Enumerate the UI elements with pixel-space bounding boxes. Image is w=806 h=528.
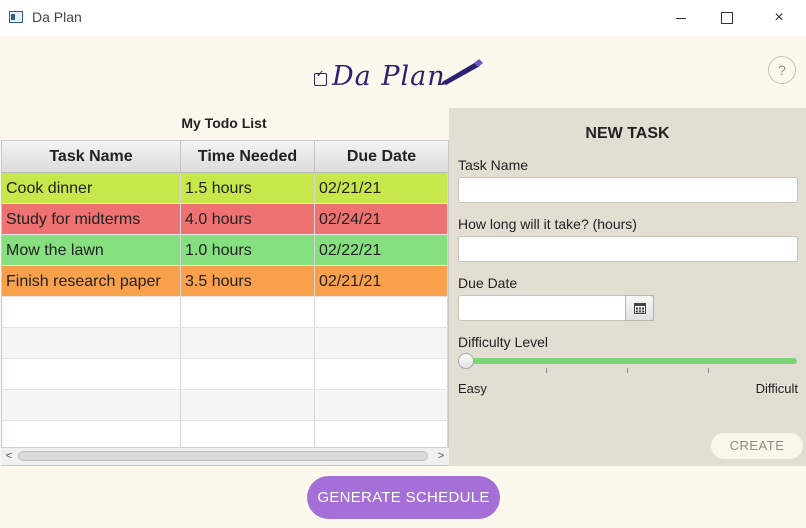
task-name-cell: Cook dinner: [2, 173, 181, 203]
table-row[interactable]: Mow the lawn 1.0 hours 02/22/21: [2, 235, 448, 266]
due-date-cell: 02/24/21: [315, 204, 448, 234]
scroll-left-icon[interactable]: <: [1, 448, 17, 465]
slider-tick: [546, 368, 547, 373]
app-icon: [9, 11, 23, 23]
new-task-panel: NEW TASK Task Name How long will it take…: [449, 108, 806, 466]
difficulty-slider[interactable]: [458, 353, 797, 373]
help-icon: ?: [778, 62, 786, 78]
help-button[interactable]: ?: [768, 56, 796, 84]
logo-text: Da Plan: [332, 60, 446, 92]
difficulty-label: Difficulty Level: [458, 334, 549, 350]
close-button[interactable]: ×: [756, 4, 802, 32]
scrollbar-thumb[interactable]: [18, 451, 428, 461]
table-header: Task Name Time Needed Due Date: [2, 141, 448, 173]
slider-tick: [627, 368, 628, 373]
task-name-cell: Finish research paper: [2, 266, 181, 296]
checkbox-icon: [314, 69, 327, 86]
todo-table[interactable]: Task Name Time Needed Due Date Cook dinn…: [1, 140, 449, 466]
due-date-cell: 02/21/21: [315, 173, 448, 203]
table-body: Cook dinner 1.5 hours 02/21/21 Study for…: [2, 173, 448, 452]
app-logo: Da Plan: [314, 56, 484, 96]
empty-table-row[interactable]: [2, 390, 448, 421]
calendar-icon: [633, 302, 646, 314]
column-header-task-name[interactable]: Task Name: [2, 141, 181, 172]
maximize-button[interactable]: [704, 4, 750, 32]
horizontal-scrollbar[interactable]: < >: [1, 447, 449, 465]
title-bar: Da Plan ×: [0, 0, 806, 36]
time-needed-cell: 3.5 hours: [181, 266, 315, 296]
generate-schedule-button[interactable]: GENERATE SCHEDULE: [307, 476, 500, 519]
task-name-cell: Study for midterms: [2, 204, 181, 234]
difficult-label: Difficult: [755, 381, 798, 396]
date-picker-button[interactable]: [625, 295, 654, 321]
create-button[interactable]: CREATE: [711, 433, 803, 459]
column-header-time-needed[interactable]: Time Needed: [181, 141, 315, 172]
duration-input[interactable]: [458, 236, 798, 262]
close-icon: ×: [774, 9, 784, 26]
task-name-cell: Mow the lawn: [2, 235, 181, 265]
table-row[interactable]: Finish research paper 3.5 hours 02/21/21: [2, 266, 448, 297]
duration-label: How long will it take? (hours): [458, 216, 637, 232]
slider-thumb[interactable]: [458, 353, 474, 369]
due-date-label: Due Date: [458, 275, 518, 291]
column-header-due-date[interactable]: Due Date: [315, 141, 448, 172]
new-task-heading: NEW TASK: [585, 125, 670, 142]
easy-label: Easy: [458, 381, 487, 396]
slider-track[interactable]: [458, 358, 797, 364]
slider-tick: [708, 368, 709, 373]
empty-table-row[interactable]: [2, 359, 448, 390]
task-name-label: Task Name: [458, 157, 529, 173]
time-needed-cell: 4.0 hours: [181, 204, 315, 234]
time-needed-cell: 1.0 hours: [181, 235, 315, 265]
minimize-icon: [676, 17, 686, 19]
table-row[interactable]: Cook dinner 1.5 hours 02/21/21: [2, 173, 448, 204]
scroll-right-icon[interactable]: >: [433, 448, 449, 465]
app-body: Da Plan ? My Todo List Task Name Time Ne…: [0, 36, 806, 528]
due-date-cell: 02/21/21: [315, 266, 448, 296]
window-title: Da Plan: [32, 9, 82, 25]
task-name-input[interactable]: [458, 177, 798, 203]
empty-table-row[interactable]: [2, 297, 448, 328]
todo-list-title: My Todo List: [181, 115, 267, 131]
pen-icon: [439, 59, 483, 85]
minimize-button[interactable]: [658, 4, 704, 32]
time-needed-cell: 1.5 hours: [181, 173, 315, 203]
empty-table-row[interactable]: [2, 328, 448, 359]
due-date-cell: 02/22/21: [315, 235, 448, 265]
maximize-icon: [721, 12, 733, 24]
table-row[interactable]: Study for midterms 4.0 hours 02/24/21: [2, 204, 448, 235]
